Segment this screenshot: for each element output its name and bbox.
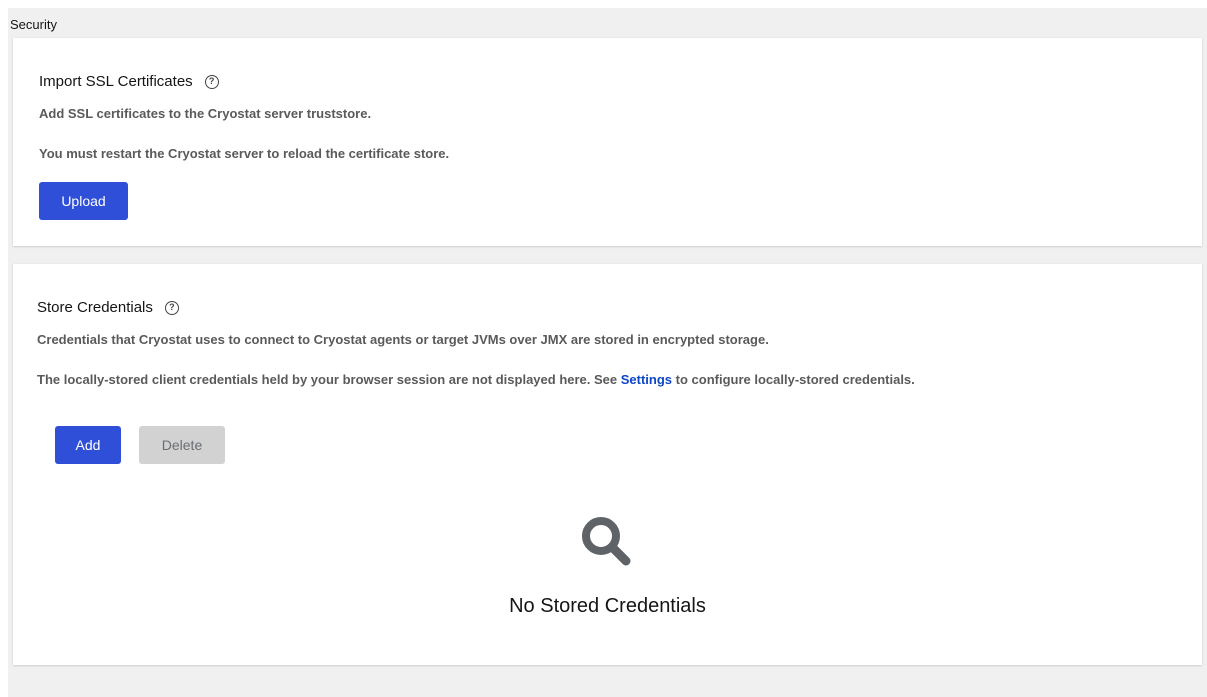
upload-button[interactable]: Upload [39, 182, 128, 220]
search-icon [578, 514, 638, 573]
settings-link[interactable]: Settings [621, 372, 672, 387]
ssl-card-header: Import SSL Certificates ? [39, 73, 219, 90]
store-credentials-card: Store Credentials ? Credentials that Cry… [13, 264, 1202, 665]
ssl-card-description: Add SSL certificates to the Cryostat ser… [39, 106, 372, 121]
add-button[interactable]: Add [55, 426, 121, 464]
page-title: Security [10, 17, 57, 32]
empty-state-title: No Stored Credentials [509, 595, 706, 617]
credentials-card-description: Credentials that Cryostat uses to connec… [37, 332, 769, 347]
ssl-card-restart-note: You must restart the Cryostat server to … [39, 146, 450, 161]
help-icon[interactable]: ? [204, 74, 219, 89]
help-icon[interactable]: ? [164, 300, 179, 315]
ssl-card-title: Import SSL Certificates [39, 73, 193, 90]
local-note-text: The locally-stored client credentials he… [37, 372, 621, 387]
credentials-card-local-note: The locally-stored client credentials he… [37, 372, 915, 387]
delete-button[interactable]: Delete [139, 426, 225, 464]
local-note-text-end: to configure locally-stored credentials. [672, 372, 915, 387]
credentials-card-header: Store Credentials ? [37, 299, 179, 316]
ssl-certificates-card: Import SSL Certificates ? Add SSL certif… [13, 38, 1202, 246]
empty-state: No Stored Credentials [13, 514, 1202, 618]
credentials-card-title: Store Credentials [37, 299, 153, 316]
